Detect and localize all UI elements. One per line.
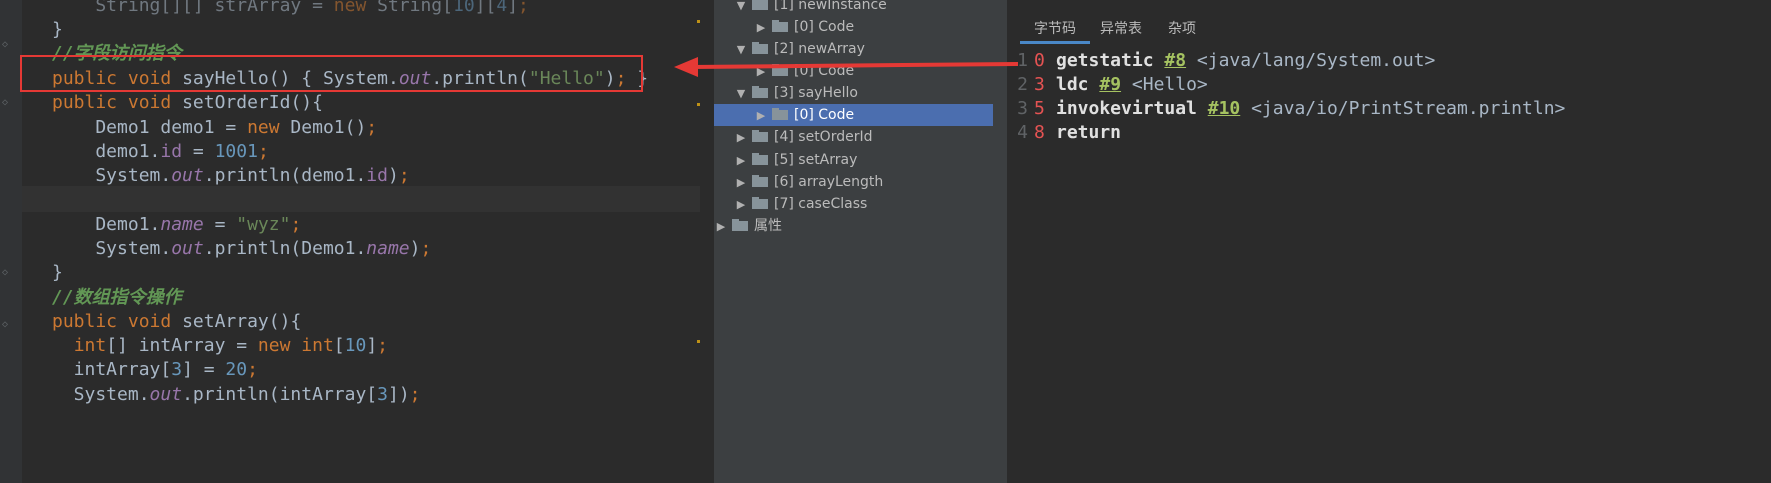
- collapsed-arrow-icon[interactable]: ▶: [714, 216, 728, 238]
- constant-ref-link[interactable]: #10: [1208, 98, 1241, 119]
- tree-node-code[interactable]: ▶ [0] Code: [754, 16, 854, 38]
- folder-icon: [752, 153, 768, 165]
- code-line-10: Demo1.name = "wyz";: [52, 214, 302, 235]
- operand: <Hello>: [1131, 74, 1208, 95]
- offset: 0: [1034, 50, 1045, 71]
- operand: <java/lang/System.out>: [1196, 50, 1436, 71]
- collapsed-arrow-icon[interactable]: ▶: [754, 17, 768, 39]
- bytecode-row: 3 5 invokevirtual #10 <java/io/PrintStream…: [1008, 97, 1565, 121]
- opcode: getstatic: [1056, 50, 1154, 71]
- code-line-12: }: [52, 262, 63, 283]
- folder-icon: [752, 175, 768, 187]
- expanded-arrow-icon[interactable]: ▼: [734, 83, 748, 105]
- scroll-marker[interactable]: [697, 103, 700, 106]
- line-number: 2: [1017, 74, 1028, 95]
- tree-node-code[interactable]: ▶ [0] Code: [754, 60, 854, 82]
- expanded-arrow-icon[interactable]: ▼: [734, 0, 748, 17]
- scroll-marker[interactable]: [697, 20, 700, 23]
- code-line-6: Demo1 demo1 = new Demo1();: [52, 117, 378, 138]
- opcode: invokevirtual: [1056, 98, 1197, 119]
- folder-icon: [752, 197, 768, 209]
- folder-icon: [752, 130, 768, 142]
- tree-node-setarray[interactable]: ▶ [5] setArray: [734, 149, 858, 172]
- editor-gutter: ◇ ◇ ◇ ◇: [0, 0, 22, 483]
- folder-icon: [772, 108, 788, 120]
- tree-node-caseclass[interactable]: ▶ [7] caseClass: [734, 193, 868, 216]
- expanded-arrow-icon[interactable]: ▼: [734, 39, 748, 61]
- code-line-7: demo1.id = 1001;: [52, 141, 269, 162]
- bytecode-row: 2 3 ldc #9 <Hello>: [1008, 73, 1208, 97]
- code-line-1: String[][] strArray = new String[10][4];: [52, 0, 529, 16]
- tree-node-newinstance[interactable]: ▼ [1] newInstance: [734, 0, 887, 16]
- scroll-marker[interactable]: [697, 340, 700, 343]
- tree-node-attributes[interactable]: ▶ 属性: [714, 215, 782, 237]
- fold-marker-icon[interactable]: ◇: [2, 268, 12, 278]
- folder-icon: [772, 20, 788, 32]
- tree-node-code-selected[interactable]: ▶ [0] Code: [714, 104, 993, 126]
- code-editor[interactable]: ◇ ◇ ◇ ◇ String[][] strArray = new String…: [0, 0, 700, 483]
- collapsed-arrow-icon[interactable]: ▶: [734, 127, 748, 149]
- bytecode-row: 4 8 return: [1008, 121, 1121, 145]
- bytecode-panel: 字节码 异常表 杂项 1 0 getstatic #8 <java/lang/Sys…: [1008, 0, 1771, 483]
- offset: 3: [1034, 74, 1045, 95]
- code-line-2: }: [52, 19, 63, 40]
- current-line-highlight: [22, 186, 700, 212]
- operand: <java/io/PrintStream.println>: [1251, 98, 1566, 119]
- folder-icon: [752, 42, 768, 54]
- folder-icon: [732, 219, 748, 231]
- fold-marker-icon[interactable]: ◇: [2, 98, 12, 108]
- code-line-15: int[] intArray = new int[10];: [73, 335, 389, 356]
- line-number: 1: [1017, 50, 1028, 71]
- offset: 5: [1034, 98, 1045, 119]
- constant-ref-link[interactable]: #8: [1164, 50, 1186, 71]
- method-tree: ▼ [1] newInstance ▶ [0] Code ▼ [2] newArray…: [714, 0, 1007, 483]
- bytecode-row: 1 0 getstatic #8 <java/lang/System.out>: [1008, 49, 1435, 73]
- tree-node-arraylength[interactable]: ▶ [6] arrayLength: [734, 171, 884, 194]
- opcode: ldc: [1056, 74, 1089, 95]
- code-line-setorderid: public void setOrderId(){: [52, 92, 323, 113]
- highlight-box: [20, 55, 643, 92]
- code-line-11: System.out.println(Demo1.name);: [52, 238, 432, 259]
- folder-icon: [752, 86, 768, 98]
- code-line-8: System.out.println(demo1.id);: [52, 165, 410, 186]
- code-line-setarray: public void setArray(){: [52, 311, 302, 332]
- line-number: 3: [1017, 98, 1028, 119]
- line-number: 4: [1017, 122, 1028, 143]
- collapsed-arrow-icon[interactable]: ▶: [754, 61, 768, 83]
- tree-node-setorderid[interactable]: ▶ [4] setOrderId: [734, 126, 873, 149]
- collapsed-arrow-icon[interactable]: ▶: [734, 194, 748, 216]
- collapsed-arrow-icon[interactable]: ▶: [734, 172, 748, 194]
- tab-bytecode[interactable]: 字节码: [1020, 14, 1090, 44]
- offset: 8: [1034, 122, 1045, 143]
- constant-ref-link[interactable]: #9: [1099, 74, 1121, 95]
- collapsed-arrow-icon[interactable]: ▶: [754, 105, 768, 127]
- code-line-16: intArray[3] = 20;: [52, 359, 258, 380]
- fold-marker-icon[interactable]: ◇: [2, 320, 12, 330]
- tree-node-newarray[interactable]: ▼ [2] newArray: [734, 38, 865, 60]
- opcode: return: [1056, 122, 1122, 143]
- tree-node-sayhello[interactable]: ▼ [3] sayHello: [734, 82, 858, 104]
- folder-icon: [752, 0, 768, 10]
- folder-icon: [772, 64, 788, 76]
- code-line-17: System.out.println(intArray[3]);: [52, 384, 421, 405]
- tab-exception-table[interactable]: 异常表: [1086, 14, 1156, 44]
- collapsed-arrow-icon[interactable]: ▶: [734, 150, 748, 172]
- code-line-comment-array: //数组指令操作: [52, 287, 182, 308]
- tab-misc[interactable]: 杂项: [1154, 14, 1210, 44]
- fold-marker-icon[interactable]: ◇: [2, 40, 12, 50]
